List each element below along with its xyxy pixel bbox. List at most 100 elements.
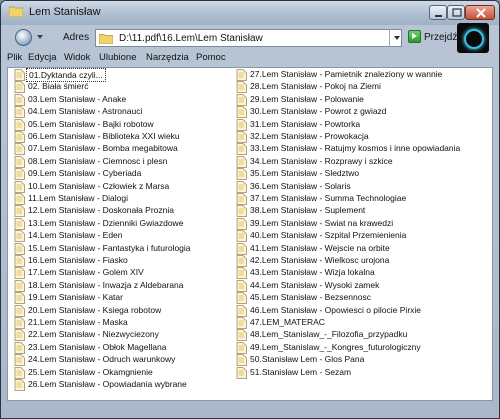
text-file-icon — [236, 180, 247, 193]
file-name: 48.Lem_Stanislaw_-_Filozofia_przypadku — [250, 329, 408, 340]
file-name: 45.Lem Stanisław - Bezsennosc — [250, 292, 371, 303]
menu-widok[interactable]: Widok — [64, 52, 90, 63]
text-file-icon — [14, 130, 25, 143]
file-name: 50.Stanisław Lem - Glos Pana — [250, 354, 365, 365]
text-file-icon — [236, 80, 247, 94]
minimize-button[interactable] — [429, 5, 447, 20]
menu-bar: Plik Edycja Widok Ulubione Narzędzia Pom… — [1, 51, 457, 67]
file-name: 42.Lem Stanisław - Wielkosc urojona — [250, 255, 390, 265]
file-name: 11.Lem Stanisław - Dialogi — [28, 193, 128, 203]
text-file-icon — [14, 118, 25, 131]
menu-plik[interactable]: Plik — [7, 52, 22, 63]
file-name: 28.Lem Stanisław - Pokoj na Ziemi — [250, 81, 381, 92]
text-file-icon — [14, 68, 25, 81]
file-name: 21.Lem Stanisław - Maska — [28, 317, 128, 327]
text-file-icon — [236, 130, 247, 143]
file-name: 20.Lem Stanisław - Ksiega robotow — [28, 304, 162, 315]
file-name: 49.Lem_Stanislaw_-_Kongres_futurologiczn… — [250, 341, 421, 352]
file-name: 35.Lem Stanisław - Sledztwo — [250, 168, 360, 179]
file-name: 12.Lem Stanisław - Doskonała Proznia — [28, 205, 174, 216]
folder-icon — [99, 34, 113, 44]
go-arrow-icon[interactable] — [408, 30, 421, 43]
chevron-down-icon[interactable] — [37, 35, 43, 39]
text-file-icon — [14, 279, 25, 292]
text-file-icon — [14, 229, 25, 243]
menu-edycja[interactable]: Edycja — [28, 52, 57, 63]
text-file-icon — [14, 204, 25, 218]
text-file-icon — [14, 291, 25, 305]
text-file-icon — [14, 105, 25, 119]
text-file-icon — [14, 242, 25, 255]
text-file-icon — [14, 353, 25, 367]
file-name: 31.Lem Stanisław - Powtorka — [250, 118, 361, 129]
text-file-icon — [236, 167, 247, 181]
file-name: 13.Lem Stanisław - Dzienniki Gwiazdowe — [28, 217, 184, 228]
text-file-icon — [236, 254, 247, 267]
file-name: 02. Biała śmierć — [28, 81, 89, 92]
text-file-icon — [14, 180, 25, 193]
file-name: 44.Lem Stanisław - Wysoki zamek — [250, 279, 380, 290]
file-name: 17.Lem Stanisław - Golem XIV — [28, 267, 144, 278]
text-file-icon — [236, 304, 247, 317]
brand-logo — [457, 23, 489, 53]
file-name: 10.Lem Stanisław - Człowiek z Marsa — [28, 180, 170, 191]
text-file-icon — [236, 328, 247, 342]
back-button[interactable] — [15, 29, 32, 46]
file-name: 03.Lem Stanisław - Anake — [28, 93, 127, 104]
text-file-icon — [236, 118, 247, 131]
file-name: 09.Lem Stanisław - Cyberiada — [28, 168, 142, 179]
address-dropdown[interactable] — [389, 29, 403, 47]
menu-ulubione[interactable]: Ulubione — [99, 52, 137, 63]
file-name: 29.Lem Stanisław - Polowanie — [250, 93, 364, 104]
address-bar-row: Adres D:\11.pdf\16.Lem\Lem Stanisław Prz… — [1, 25, 499, 51]
file-name: 16.Lem Stanisław - Fiasko — [28, 255, 128, 265]
explorer-window: Lem Stanisław Adres D:\11.pdf\16.Lem\Lem… — [0, 0, 500, 419]
text-file-icon — [14, 254, 25, 267]
file-name: 33.Lem Stanisław - Ratujmy kosmos i inne… — [250, 143, 461, 154]
file-name: 40.Lem Stanisław - Szpital Przemienienia — [250, 230, 407, 241]
close-button[interactable] — [465, 5, 495, 20]
file-name: 47.LEM_MATERAC — [250, 317, 325, 327]
window-title: Lem Stanisław — [29, 6, 101, 18]
file-name: 51.Stanisław Lem - Sezam — [250, 366, 352, 377]
text-file-icon — [14, 266, 25, 280]
text-file-icon — [236, 266, 247, 280]
text-file-icon — [236, 192, 247, 205]
address-input[interactable]: D:\11.pdf\16.Lem\Lem Stanisław — [95, 29, 402, 47]
text-file-icon — [236, 341, 247, 354]
text-file-icon — [236, 316, 247, 329]
maximize-button[interactable] — [447, 5, 465, 20]
file-name: 26.Lem Stanisław - Opowiadania wybrane — [28, 379, 187, 389]
file-name: 32.Lem Stanisław - Prowokacja — [250, 131, 369, 141]
file-name: 06.Lem Stanisław - Biblioteka XXI wieku — [28, 131, 180, 141]
text-file-icon — [14, 304, 25, 317]
text-file-icon — [236, 279, 247, 292]
text-file-icon — [236, 366, 247, 379]
text-file-icon — [14, 366, 25, 379]
file-name: 22.Lem Stanisław - Niezwyciezony — [28, 329, 159, 340]
status-bar — [1, 403, 499, 418]
text-file-icon — [236, 242, 247, 255]
address-label: Adres — [63, 32, 90, 43]
file-name: 34.Lem Stanisław - Rozprawy i szkice — [250, 155, 393, 166]
menu-narzedzia[interactable]: Narzędzia — [146, 52, 189, 63]
close-icon — [476, 8, 486, 18]
file-name: 15.Lem Stanisław - Fantastyka i futurolo… — [28, 242, 191, 253]
file-name: 24.Lem Stanisław - Odruch warunkowy — [28, 354, 176, 365]
file-name: 25.Lem Stanisław - Okamgnienie — [28, 366, 153, 377]
text-file-icon — [236, 105, 247, 119]
file-name: 36.Lem Stanisław - Solaris — [250, 180, 351, 191]
file-name: 08.Lem Stanisław - Ciemnosc i plesn — [28, 155, 168, 166]
text-file-icon — [14, 341, 25, 354]
folder-icon — [9, 6, 23, 17]
text-file-icon — [14, 142, 25, 156]
menu-pomoc[interactable]: Pomoc — [196, 52, 226, 63]
title-bar[interactable]: Lem Stanisław — [1, 1, 499, 25]
text-file-icon — [14, 217, 25, 230]
text-file-icon — [14, 93, 25, 106]
go-button[interactable]: Przejdź — [424, 32, 457, 43]
file-name: 05.Lem Stanisław - Bajki robotow — [28, 118, 154, 129]
file-name: 30.Lem Stanisław - Powrot z gwiazd — [250, 106, 387, 117]
file-name: 46.Lem Stanisław - Opowiesci o pilocie P… — [250, 304, 422, 315]
file-name: 19.Lem Stanisław - Katar — [28, 292, 123, 303]
